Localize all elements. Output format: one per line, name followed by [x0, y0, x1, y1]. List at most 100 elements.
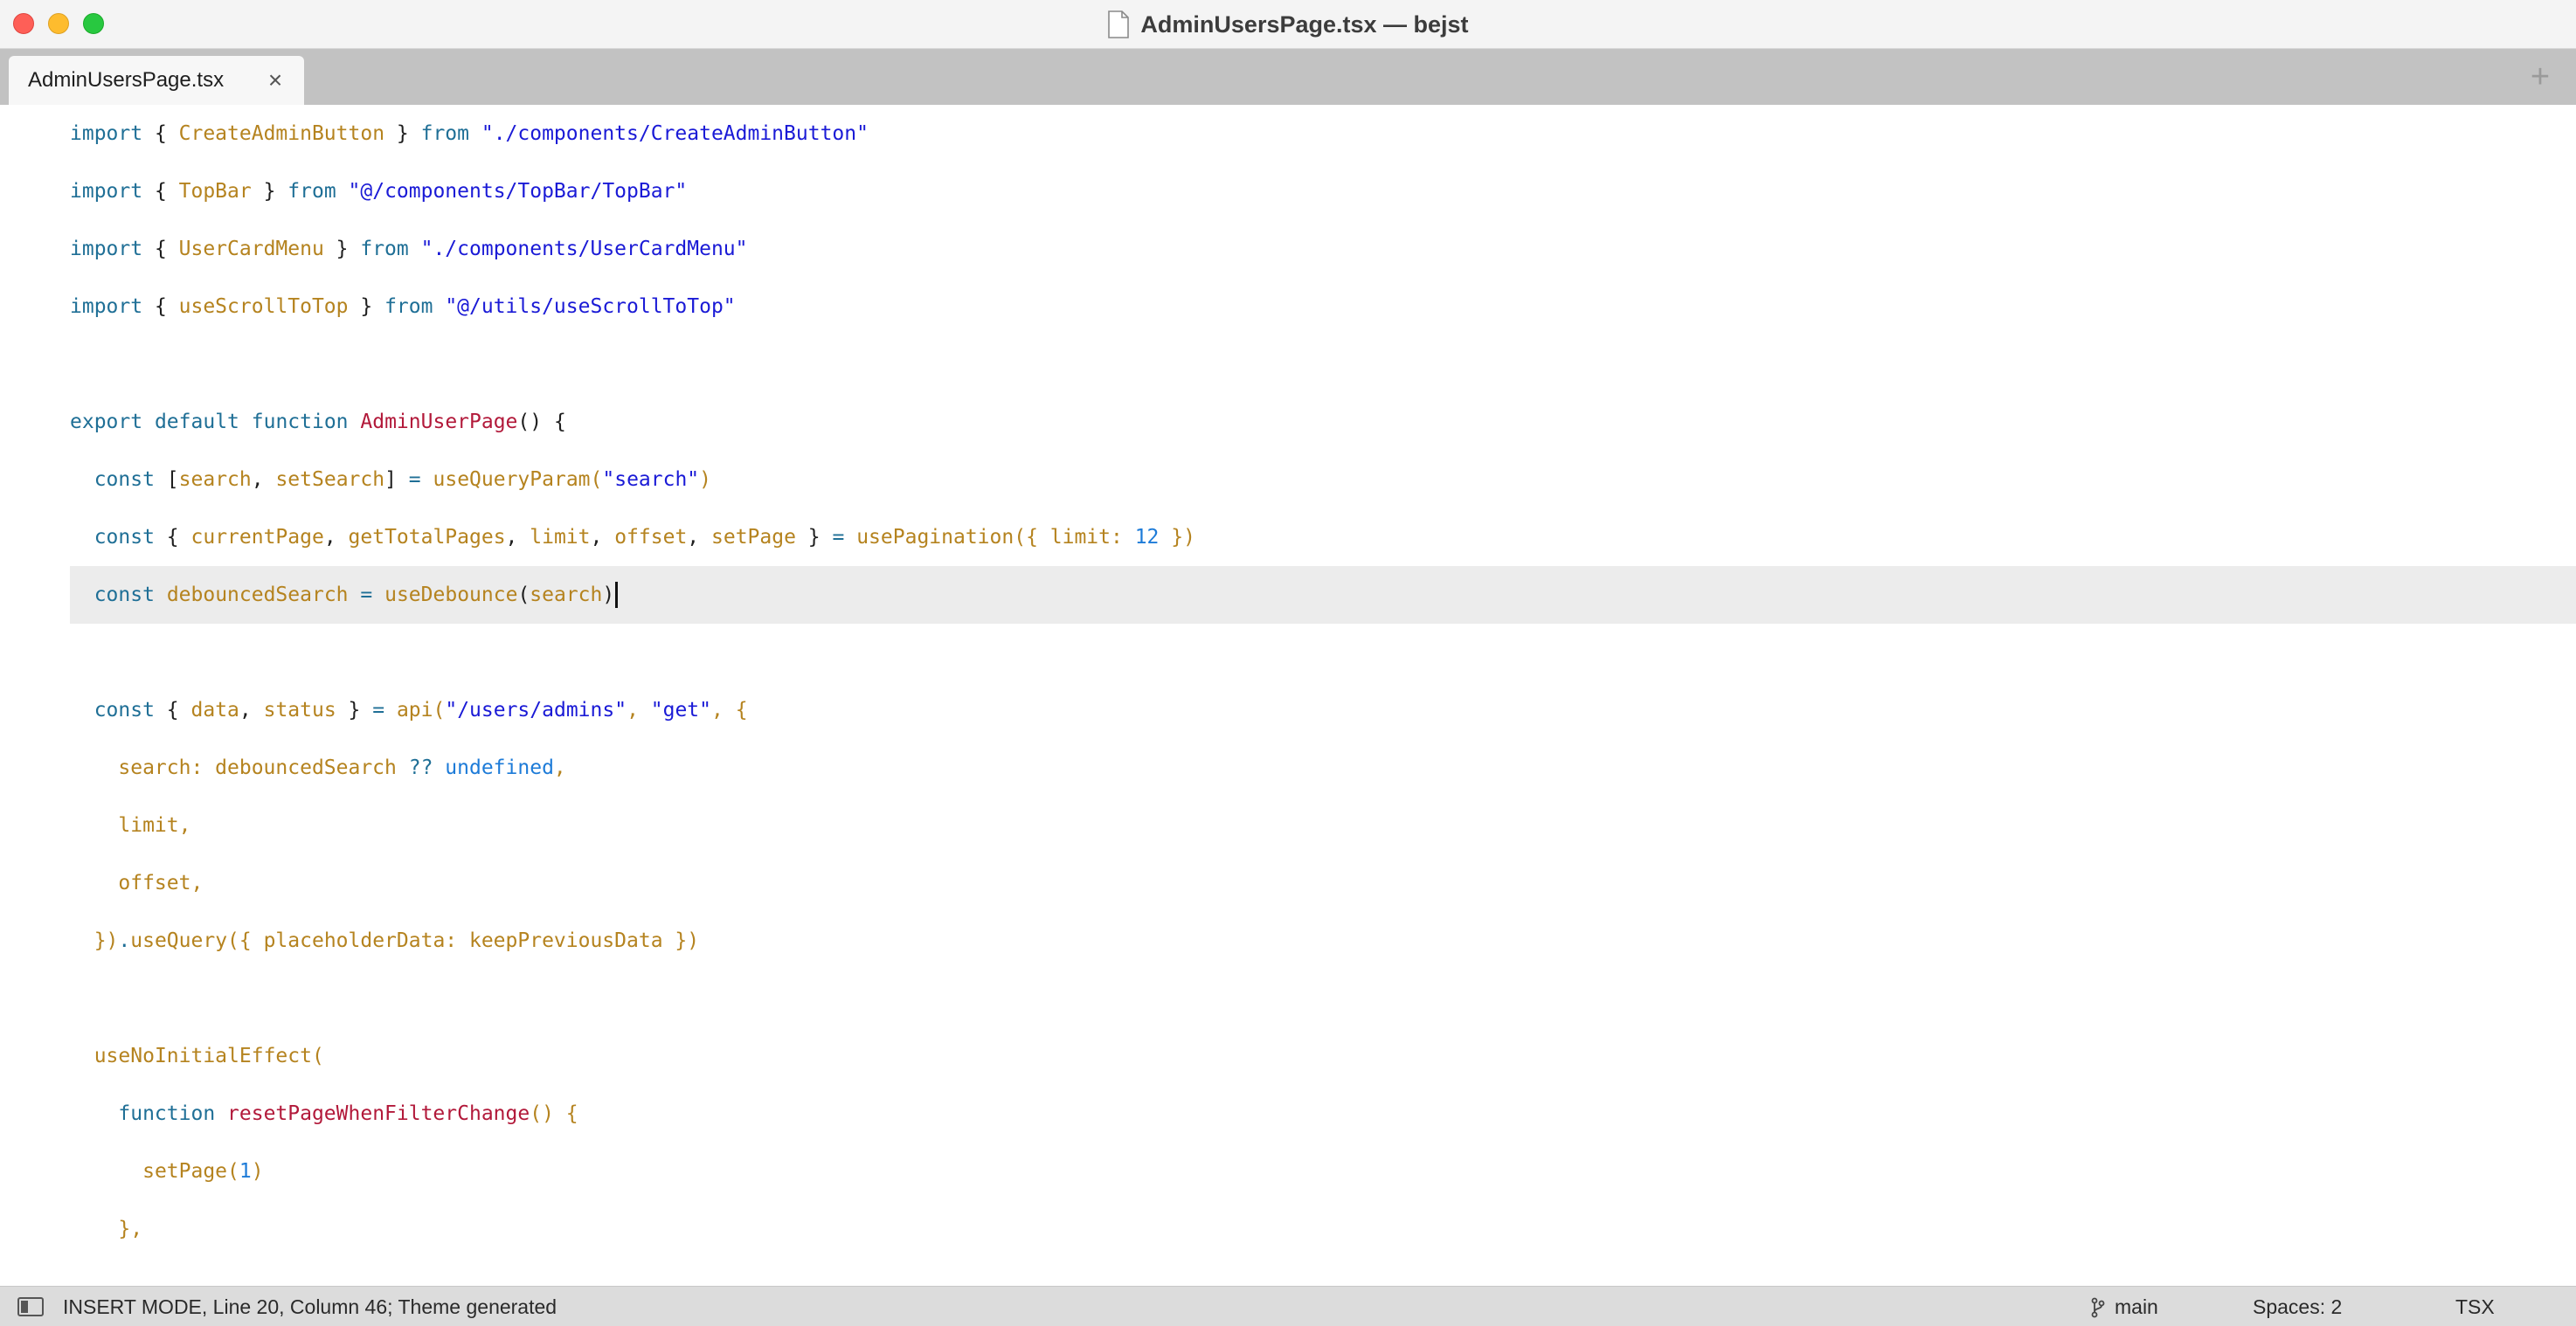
code-line[interactable] [70, 970, 2576, 1027]
tab-adminuserspage[interactable]: AdminUsersPage.tsx × [9, 56, 304, 105]
code-token: setPage [711, 526, 796, 549]
code-token: = [372, 699, 385, 722]
code-line[interactable]: function resetPageWhenFilterChange() { [70, 1085, 2576, 1143]
code-line[interactable]: const { currentPage, getTotalPages, limi… [70, 508, 2576, 566]
code-token: usePagination({ limit: [856, 526, 1135, 549]
code-token: , [687, 526, 711, 549]
code-token: UserCardMenu [178, 238, 324, 260]
code-token: TopBar [178, 180, 252, 203]
indentation-setting[interactable]: Spaces: 2 [2253, 1295, 2342, 1319]
code-token: data [190, 699, 239, 722]
code-line[interactable] [70, 624, 2576, 681]
code-token: } [795, 526, 833, 549]
code-line[interactable]: const debouncedSearch = useDebounce(sear… [70, 566, 2576, 624]
code-token: { [142, 122, 179, 145]
code-token: , [590, 526, 615, 549]
syntax-selector[interactable]: TSX [2455, 1295, 2495, 1319]
code-token: limit [530, 526, 591, 549]
code-token: 12 [1134, 526, 1160, 549]
code-token: }) [93, 929, 119, 952]
code-line[interactable]: const { data, status } = api("/users/adm… [70, 681, 2576, 739]
code-token: function [251, 411, 349, 433]
close-tab-icon[interactable]: × [262, 66, 288, 93]
code-token: offset [614, 526, 688, 549]
code-token: setSearch [275, 468, 385, 491]
code-line[interactable]: const [search, setSearch] = useQueryPara… [70, 451, 2576, 508]
code-token: "./components/UserCardMenu" [420, 238, 748, 260]
code-line[interactable]: import { useScrollToTop } from "@/utils/… [70, 278, 2576, 335]
code-token: , [505, 526, 530, 549]
code-token: { [142, 238, 179, 260]
code-token: . [118, 929, 131, 952]
sidebar-toggle-icon[interactable] [17, 1297, 44, 1316]
code-token: useNoInitialEffect( [93, 1045, 324, 1067]
code-line[interactable]: import { TopBar } from "@/components/Top… [70, 162, 2576, 220]
code-editor[interactable]: import { CreateAdminButton } from "./com… [0, 105, 2576, 1286]
code-line[interactable]: }, [70, 1200, 2576, 1258]
code-line[interactable]: setPage(1) [70, 1143, 2576, 1200]
code-line[interactable]: export default function AdminUserPage() … [70, 393, 2576, 451]
tab-bar: AdminUsersPage.tsx × + [0, 49, 2576, 105]
code-token: from [384, 295, 433, 318]
git-branch[interactable]: main [2090, 1295, 2158, 1319]
code-token: CreateAdminButton [178, 122, 385, 145]
code-line[interactable]: import { CreateAdminButton } from "./com… [70, 105, 2576, 162]
code-token: }, [118, 1218, 143, 1240]
status-bar: INSERT MODE, Line 20, Column 46; Theme g… [0, 1286, 2576, 1326]
code-token: function [118, 1102, 216, 1125]
code-token: search: debouncedSearch [118, 756, 409, 779]
code-line[interactable]: }). useQuery({ placeholderData: keepPrevi… [70, 912, 2576, 970]
code-token: const [93, 584, 155, 606]
code-token: limit, [118, 814, 191, 837]
code-token: const [93, 699, 155, 722]
code-token: debouncedSearch [166, 584, 349, 606]
code-token: { [154, 526, 191, 549]
code-line[interactable]: limit, [70, 797, 2576, 854]
code-token: } [348, 295, 385, 318]
code-line[interactable]: useNoInitialEffect( [70, 1027, 2576, 1085]
code-line[interactable]: import { UserCardMenu } from "./componen… [70, 220, 2576, 278]
code-token: ] [384, 468, 409, 491]
code-token: } [384, 122, 421, 145]
code-token: from [287, 180, 336, 203]
code-line[interactable]: offset, [70, 854, 2576, 912]
title-bar: AdminUsersPage.tsx — bejst [0, 0, 2576, 49]
code-token: , [239, 699, 264, 722]
code-token: ) [602, 584, 615, 606]
code-line[interactable]: search: debouncedSearch ?? undefined, [70, 739, 2576, 797]
code-token: , [627, 699, 651, 722]
new-tab-icon[interactable]: + [2524, 59, 2557, 95]
code-line[interactable] [70, 335, 2576, 393]
code-token: useDebounce [384, 584, 518, 606]
code-token: import [70, 180, 143, 203]
code-token: { [142, 180, 179, 203]
code-token: ) [699, 468, 712, 491]
code-token: { [154, 699, 191, 722]
code-token: "@/utils/useScrollToTop" [445, 295, 736, 318]
code-token: useQueryParam [433, 468, 591, 491]
code-token: undefined [445, 756, 554, 779]
code-token: = [408, 468, 421, 491]
code-token: "get" [650, 699, 712, 722]
code-token: , [251, 468, 276, 491]
code-token: ?? [408, 756, 433, 779]
code-token: }) [1159, 526, 1195, 549]
code-token: api( [396, 699, 446, 722]
code-token: () { [530, 1102, 578, 1125]
